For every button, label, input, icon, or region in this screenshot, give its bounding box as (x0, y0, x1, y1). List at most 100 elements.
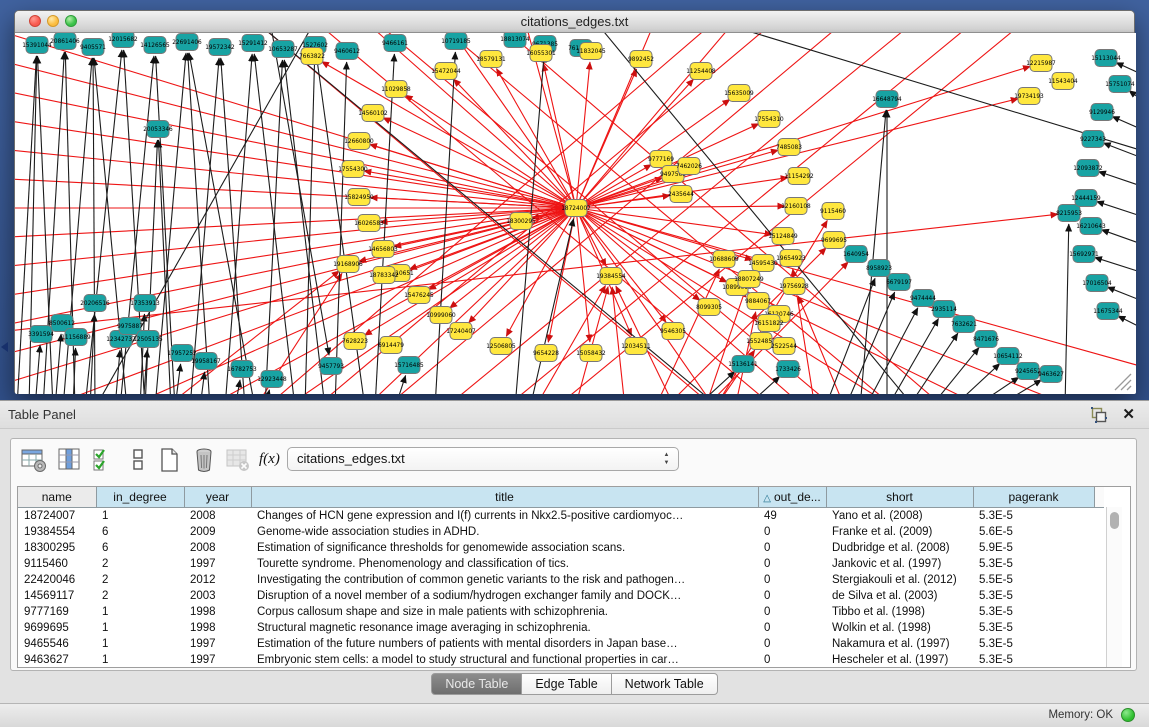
table-cell[interactable]: 5.3E-5 (973, 652, 1094, 668)
table-cell[interactable] (1094, 508, 1104, 525)
table-cell[interactable] (1094, 620, 1104, 636)
table-cell[interactable]: Tibbo et al. (1998) (826, 604, 973, 620)
graph-edge[interactable] (825, 278, 875, 394)
table-cell[interactable]: 2012 (184, 572, 251, 588)
table-cell[interactable]: Dudbridge et al. (2008) (826, 540, 973, 556)
graph-edge[interactable] (175, 364, 181, 394)
graph-node[interactable]: 9777169 (648, 151, 674, 168)
table-cell[interactable] (1094, 540, 1104, 556)
table-cell[interactable]: Yano et al. (2008) (826, 508, 973, 525)
graph-node[interactable]: 9546305 (660, 323, 686, 340)
table-cell[interactable]: 1997 (184, 556, 251, 572)
table-cell[interactable]: 2009 (184, 524, 251, 540)
table-cell[interactable]: 1998 (184, 604, 251, 620)
table-cell[interactable]: Estimation of significance thresholds fo… (251, 540, 758, 556)
table-cell[interactable]: 18724007 (18, 508, 96, 525)
table-cell[interactable]: 9777169 (18, 604, 96, 620)
graph-node[interactable]: 2522544 (771, 338, 797, 355)
table-selector-dropdown[interactable]: citations_edges.txt ▲▼ (287, 447, 679, 471)
graph-node[interactable]: 17353913 (130, 295, 160, 312)
graph-node[interactable]: 12034511 (621, 338, 651, 355)
graph-edge[interactable] (1096, 201, 1136, 219)
graph-node[interactable]: 15136141 (728, 356, 758, 373)
table-cell[interactable]: 1 (96, 652, 184, 668)
graph-node[interactable]: 9474444 (910, 290, 936, 307)
graph-node[interactable]: 2935114 (931, 301, 957, 318)
table-row[interactable]: 946362711997Embryonic stem cells: a mode… (18, 652, 1104, 668)
column-header-year[interactable]: year (184, 487, 251, 508)
table-cell[interactable]: 5.6E-5 (973, 524, 1094, 540)
table-cell[interactable]: 0 (758, 636, 826, 652)
graph-node[interactable]: 16055301 (526, 45, 556, 62)
delete-column-icon[interactable] (191, 447, 217, 473)
graph-node[interactable]: 11154292 (784, 168, 814, 185)
graph-node[interactable]: 11543404 (1048, 73, 1078, 90)
table-row[interactable]: 946554611997Estimation of the future num… (18, 636, 1104, 652)
graph-node[interactable]: 6914479 (378, 337, 404, 354)
graph-node[interactable]: 11832045 (576, 43, 606, 60)
select-rows-icon[interactable] (91, 447, 117, 473)
graph-edge[interactable] (576, 206, 785, 208)
graph-node[interactable]: 19756928 (779, 278, 809, 295)
graph-node[interactable]: 17554300 (338, 161, 368, 178)
graph-node[interactable]: 2435644 (668, 186, 694, 203)
graph-node[interactable]: 12444159 (1071, 190, 1101, 207)
table-cell[interactable]: 0 (758, 556, 826, 572)
graph-node[interactable]: 19384554 (596, 268, 626, 285)
graph-node[interactable]: 19734193 (1014, 88, 1044, 105)
table-cell[interactable]: 0 (758, 620, 826, 636)
graph-node[interactable]: 15635009 (724, 85, 754, 102)
graph-node[interactable]: 9892452 (628, 51, 654, 68)
table-cell[interactable]: 1 (96, 604, 184, 620)
table-row[interactable]: 1872400712008Changes of HCN gene express… (18, 508, 1104, 525)
table-cell[interactable]: 2003 (184, 588, 251, 604)
graph-node[interactable]: 18724007 (561, 200, 591, 217)
graph-node[interactable]: 10654112 (993, 348, 1023, 365)
table-cell[interactable]: 1 (96, 508, 184, 525)
graph-edge[interactable] (908, 333, 958, 394)
graph-edge[interactable] (35, 345, 40, 394)
table-cell[interactable]: 2 (96, 588, 184, 604)
table-row[interactable]: 969969511998Structural magnetic resonanc… (18, 620, 1104, 636)
graph-node[interactable]: 17554310 (754, 111, 784, 128)
table-cell[interactable]: Disruption of a novel member of a sodium… (251, 588, 758, 604)
graph-node[interactable]: 15824950 (344, 189, 374, 206)
table-cell[interactable]: 0 (758, 572, 826, 588)
table-cell[interactable]: Stergiakouli et al. (2012) (826, 572, 973, 588)
table-cell[interactable]: 0 (758, 540, 826, 556)
graph-node[interactable]: 15751074 (1105, 76, 1135, 93)
graph-node[interactable]: 12160108 (781, 198, 811, 215)
graph-node[interactable]: 19168906 (333, 256, 363, 273)
table-cell[interactable]: Wolkin et al. (1998) (826, 620, 973, 636)
table-cell[interactable]: 18300295 (18, 540, 96, 556)
table-cell[interactable]: 2008 (184, 540, 251, 556)
column-header-pagerank[interactable]: pagerank (973, 487, 1094, 508)
graph-node[interactable]: 1640954 (843, 246, 869, 263)
graph-node[interactable]: 8099305 (696, 299, 722, 316)
column-header-in_degree[interactable]: in_degree (96, 487, 184, 508)
graph-edge[interactable] (435, 52, 455, 394)
table-cell[interactable]: 9699695 (18, 620, 96, 636)
table-cell[interactable]: 1 (96, 620, 184, 636)
graph-edge[interactable] (55, 334, 61, 394)
table-mode-icon[interactable] (21, 447, 47, 473)
table-cell[interactable]: 0 (758, 588, 826, 604)
table-cell[interactable]: 19384554 (18, 524, 96, 540)
table-cell[interactable]: 22420046 (18, 572, 96, 588)
tab-edge-table[interactable]: Edge Table (522, 673, 611, 695)
table-cell[interactable]: 6 (96, 540, 184, 556)
table-cell[interactable]: Estimation of the future numbers of pati… (251, 636, 758, 652)
graph-edge[interactable] (15, 208, 576, 358)
graph-node[interactable]: 8958923 (866, 260, 892, 277)
graph-edge[interactable] (715, 33, 1136, 153)
column-header-out_de[interactable]: △out_de... (758, 487, 826, 508)
graph-node[interactable]: 17016504 (1082, 275, 1112, 292)
graph-edge[interactable] (973, 377, 1019, 394)
graph-node[interactable]: 15476245 (404, 287, 434, 304)
graph-node[interactable]: 18807249 (734, 271, 764, 288)
graph-edge[interactable] (200, 372, 205, 394)
table-cell[interactable]: 5.3E-5 (973, 508, 1094, 525)
network-window-titlebar[interactable]: citations_edges.txt (15, 11, 1134, 33)
graph-edge[interactable] (1094, 257, 1136, 275)
graph-node[interactable]: 1733426 (775, 361, 801, 378)
